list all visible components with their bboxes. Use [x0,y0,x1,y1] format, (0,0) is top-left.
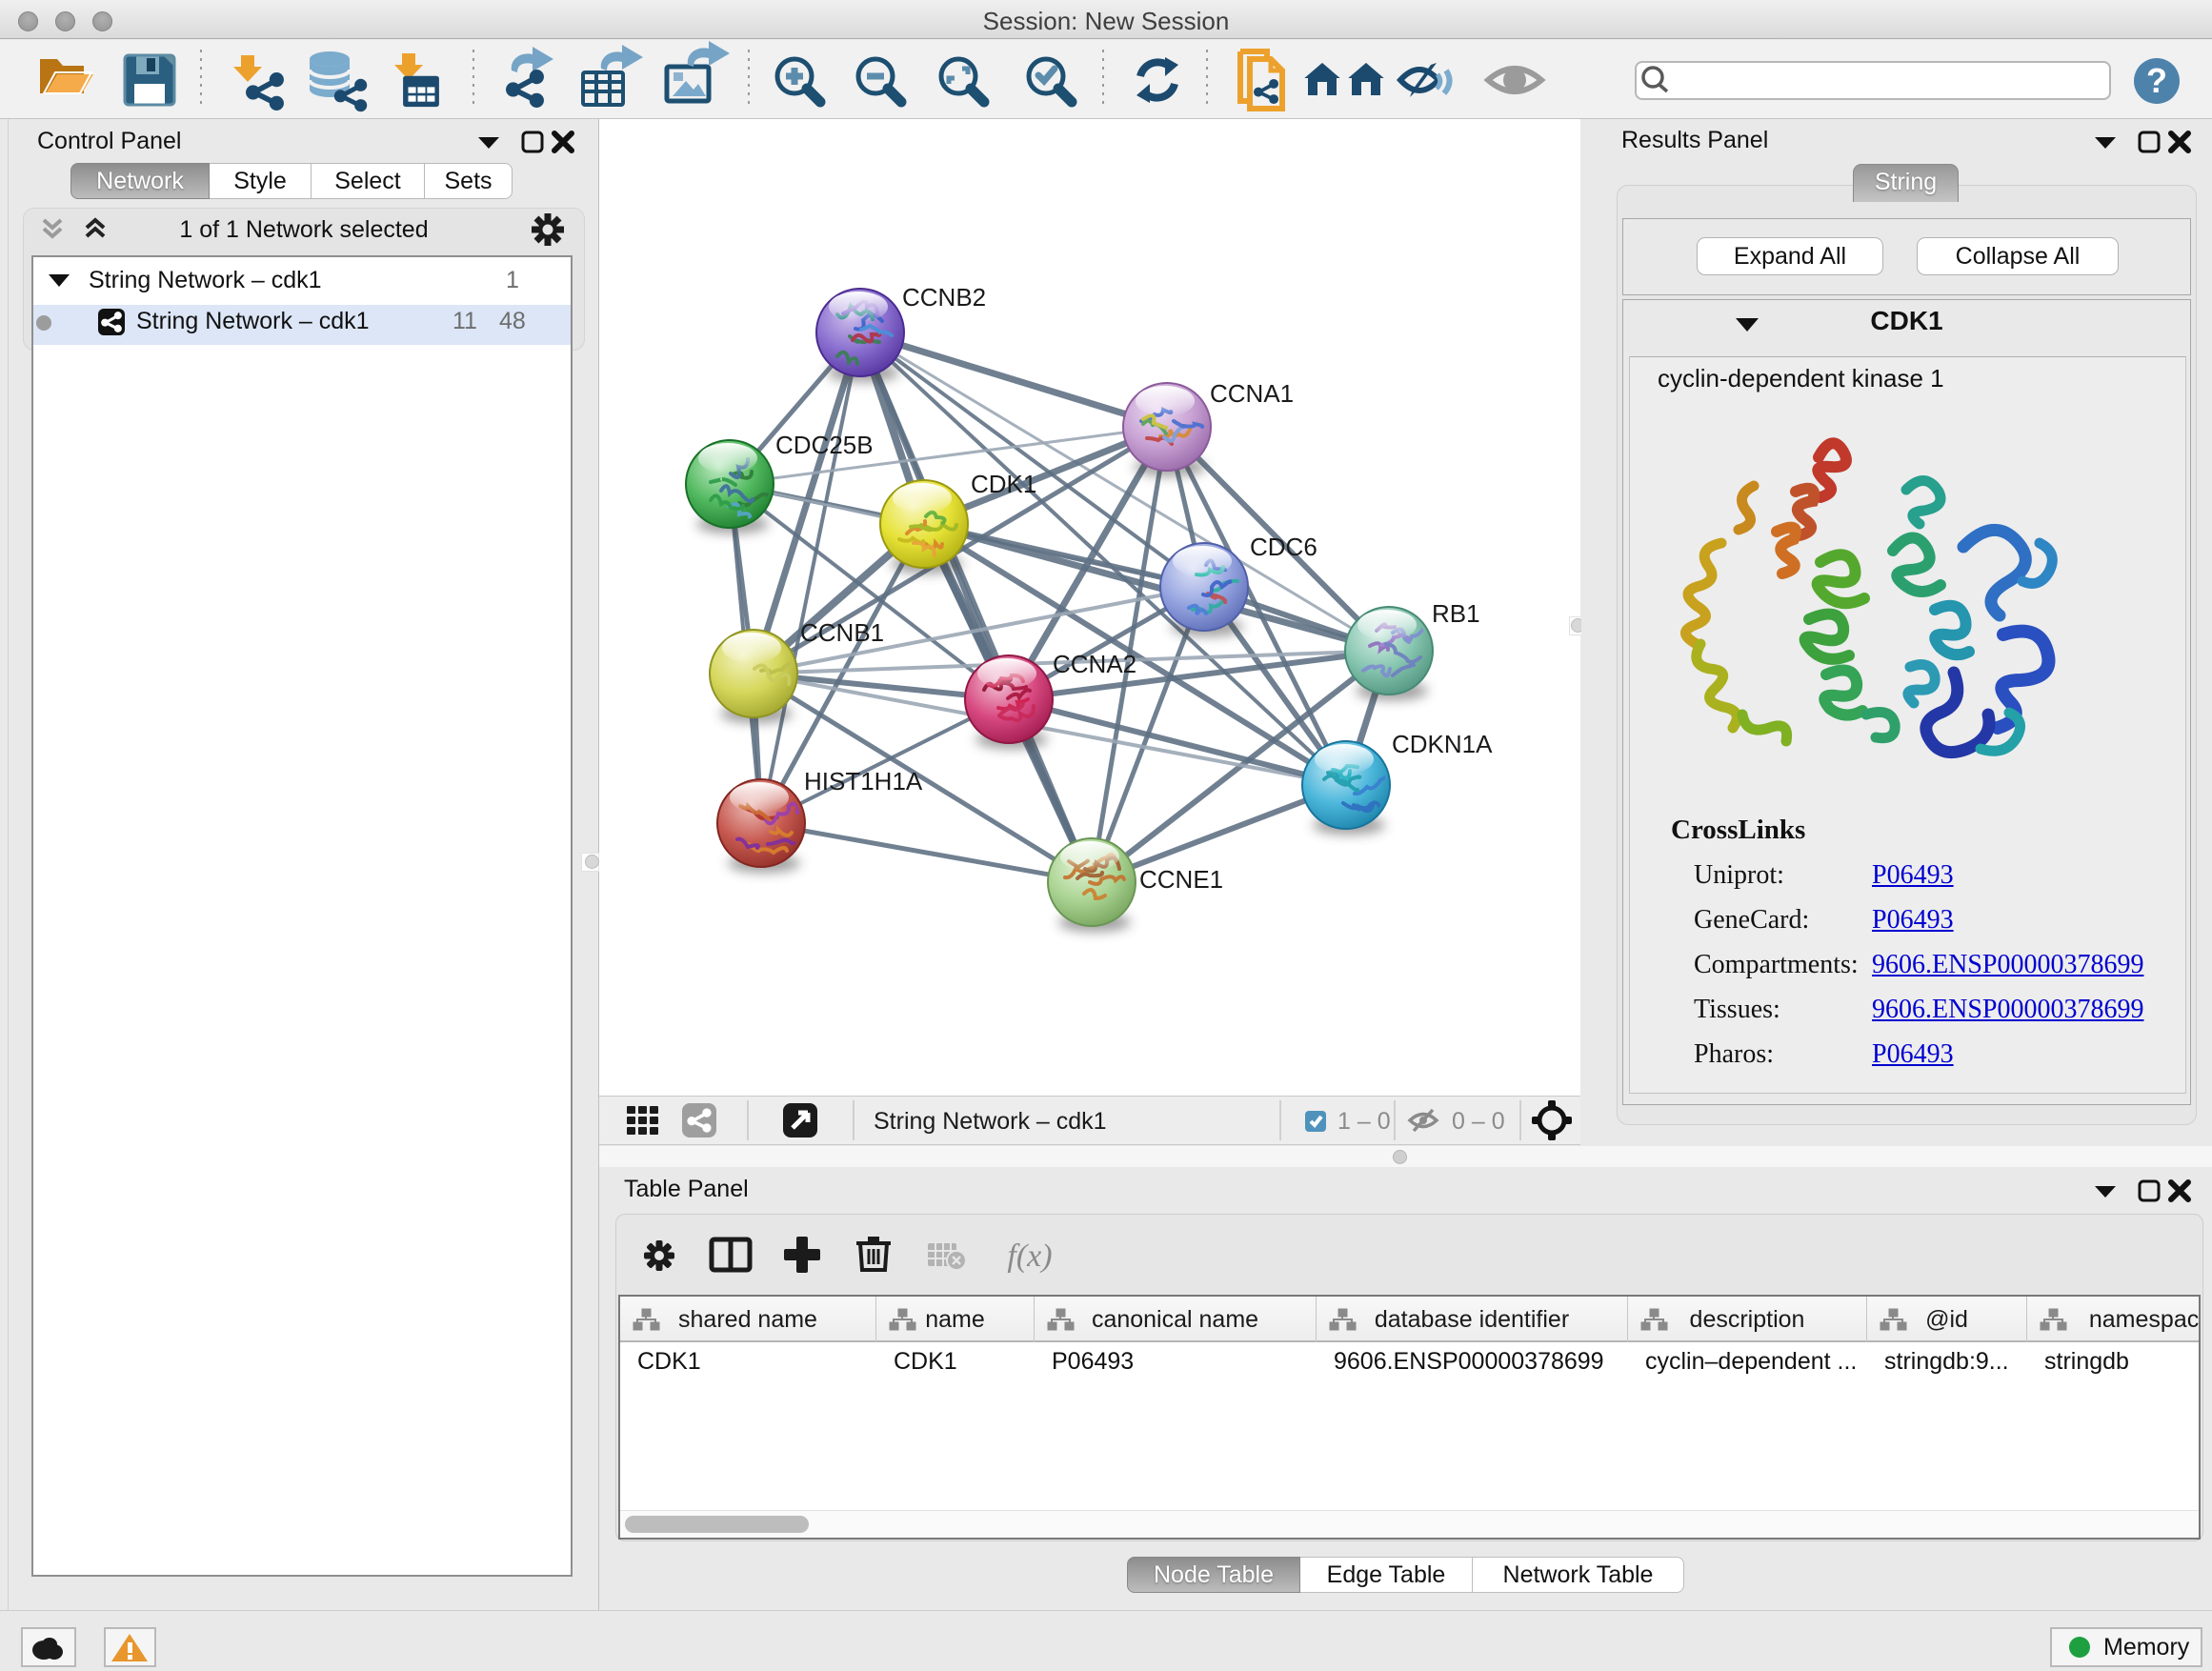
svg-text:0 – 0: 0 – 0 [1452,1108,1505,1135]
svg-text:CDC25B: CDC25B [775,431,874,459]
svg-text:CCNA2: CCNA2 [1053,650,1136,678]
svg-text:HIST1H1A: HIST1H1A [804,767,923,795]
svg-text:CDC6: CDC6 [1250,533,1317,561]
svg-text:?: ? [2146,61,2167,100]
svg-text:CCNE1: CCNE1 [1139,865,1223,894]
svg-text:CCNB2: CCNB2 [902,283,986,312]
svg-text:CDK1: CDK1 [971,470,1036,498]
svg-text:CDKN1A: CDKN1A [1392,730,1493,758]
svg-text:String Network – cdk1: String Network – cdk1 [874,1108,1107,1135]
svg-text:1 – 0: 1 – 0 [1337,1108,1391,1135]
svg-text:CCNB1: CCNB1 [800,618,884,647]
svg-text:f(x): f(x) [1007,1238,1052,1274]
svg-text:CCNA1: CCNA1 [1210,379,1294,408]
svg-text:RB1: RB1 [1432,599,1480,628]
